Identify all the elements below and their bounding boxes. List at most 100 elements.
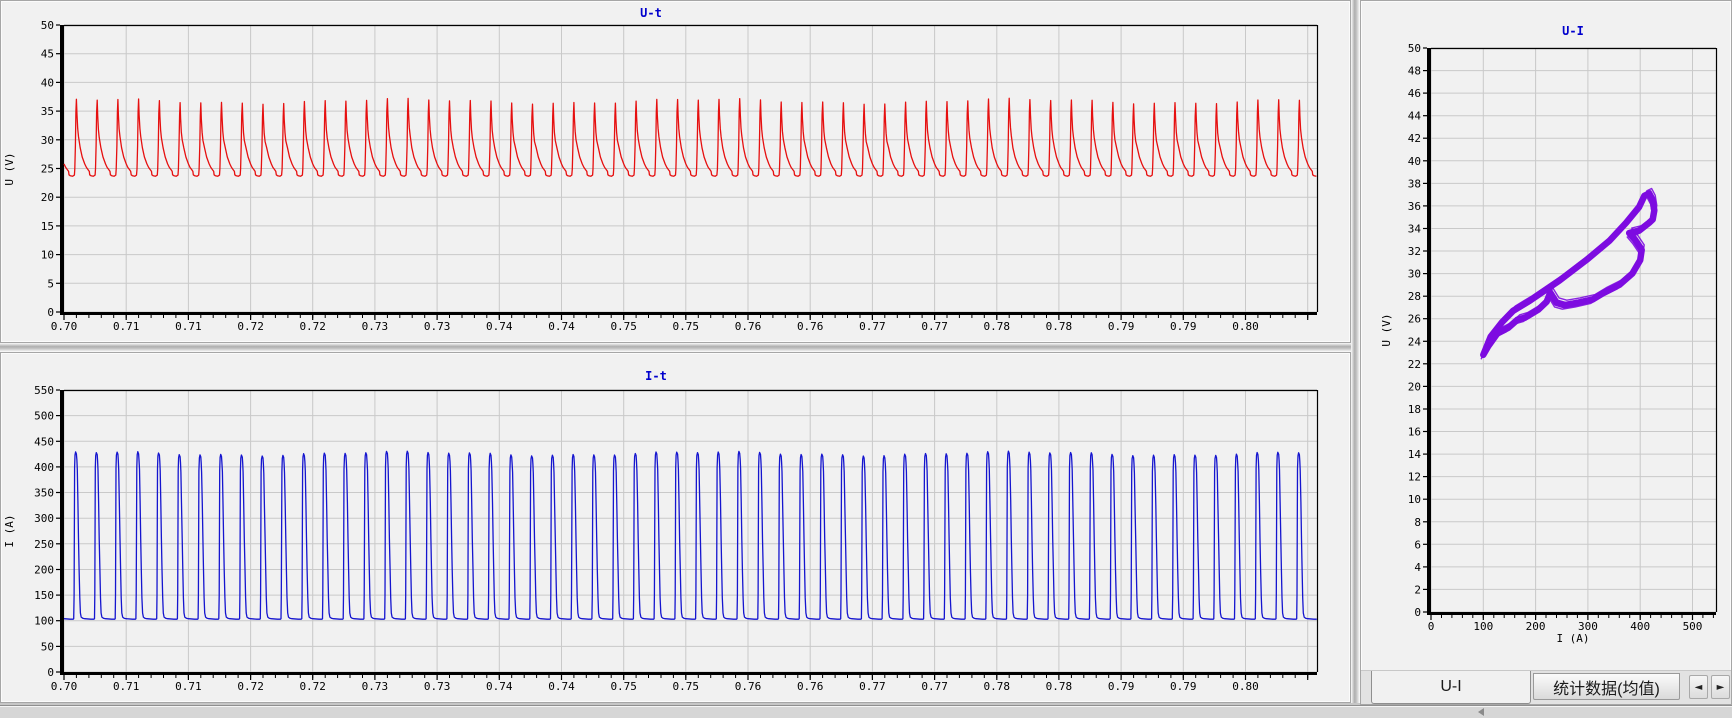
vertical-splitter[interactable]	[1351, 0, 1360, 703]
y-tick-label: 50	[1408, 42, 1421, 55]
y-tick-label: 100	[34, 615, 54, 628]
tab-scroll-left-button[interactable]: ◄	[1689, 675, 1708, 699]
y-tick-label: 10	[1408, 493, 1421, 506]
chart-title: I-t	[645, 369, 667, 383]
y-axis-label: U (V)	[3, 152, 16, 185]
x-tick-label: 0.78	[1046, 320, 1073, 333]
y-tick-label: 0	[47, 666, 54, 679]
x-tick-label: 0.73	[424, 680, 451, 693]
x-tick-label: 0.76	[735, 680, 762, 693]
x-tick-label: 0.80	[1232, 320, 1259, 333]
bottom-status-strip	[0, 705, 1732, 718]
y-tick-label: 18	[1408, 403, 1421, 416]
x-tick-label: 0.74	[486, 680, 513, 693]
tab-statistics[interactable]: 统计数据(均值)	[1533, 673, 1680, 700]
splitter-grip[interactable]	[1478, 708, 1484, 716]
x-tick-label: 0.75	[610, 680, 637, 693]
x-tick-label: 0.77	[859, 320, 886, 333]
y-tick-label: 48	[1408, 65, 1421, 78]
tab-bar: U-I 统计数据(均值) ◄ ►	[1361, 670, 1731, 704]
x-tick-label: 0.71	[175, 320, 202, 333]
waveform-trace	[64, 98, 1316, 176]
x-tick-label: 0.79	[1170, 320, 1197, 333]
x-tick-label: 0.74	[548, 320, 575, 333]
x-tick-label: 400	[1630, 620, 1650, 633]
x-tick-label: 0.71	[113, 320, 140, 333]
y-tick-label: 22	[1408, 358, 1421, 371]
x-tick-label: 200	[1526, 620, 1546, 633]
y-tick-label: 25	[41, 163, 54, 176]
x-tick-label: 0.77	[921, 320, 948, 333]
x-tick-label: 100	[1473, 620, 1493, 633]
x-tick-label: 0.74	[548, 680, 575, 693]
y-axis-label: I (A)	[3, 514, 16, 547]
x-tick-label: 0.72	[299, 320, 326, 333]
x-tick-label: 0.80	[1232, 680, 1259, 693]
y-axis-label: U (V)	[1380, 313, 1393, 346]
y-tick-label: 0	[1414, 606, 1421, 619]
x-tick-label: 0.79	[1108, 680, 1135, 693]
y-tick-label: 34	[1408, 223, 1422, 236]
x-tick-label: 0.76	[797, 320, 824, 333]
y-tick-label: 50	[41, 19, 54, 32]
y-tick-label: 0	[47, 306, 54, 319]
y-tick-label: 6	[1414, 538, 1421, 551]
y-tick-label: 50	[41, 640, 54, 653]
voltage-current-chart: 0100200300400500024681012141618202224262…	[1361, 1, 1731, 668]
y-tick-label: 40	[41, 76, 54, 89]
y-tick-label: 10	[41, 249, 54, 262]
y-tick-label: 35	[41, 105, 54, 118]
y-tick-label: 2	[1414, 583, 1421, 596]
voltage-time-panel: 0.700.710.710.720.720.730.730.740.740.75…	[0, 0, 1351, 343]
y-tick-label: 450	[34, 435, 54, 448]
x-tick-label: 0.70	[51, 320, 78, 333]
current-time-panel: 0.700.710.710.720.720.730.730.740.740.75…	[0, 352, 1351, 703]
x-tick-label: 0.72	[237, 680, 264, 693]
x-tick-label: 0.75	[673, 320, 700, 333]
y-tick-label: 30	[1408, 268, 1421, 281]
y-tick-label: 36	[1408, 200, 1421, 213]
y-tick-label: 8	[1414, 516, 1421, 529]
chart-title: U-I	[1562, 24, 1584, 38]
x-tick-label: 0.73	[362, 320, 389, 333]
x-tick-label: 0.73	[362, 680, 389, 693]
horizontal-splitter[interactable]	[0, 343, 1351, 352]
y-tick-label: 42	[1408, 132, 1421, 145]
y-tick-label: 200	[34, 564, 54, 577]
y-tick-label: 26	[1408, 313, 1421, 326]
y-tick-label: 5	[47, 277, 54, 290]
y-tick-label: 20	[41, 191, 54, 204]
y-tick-label: 16	[1408, 426, 1421, 439]
y-tick-label: 44	[1408, 110, 1422, 123]
x-tick-label: 0.72	[299, 680, 326, 693]
x-tick-label: 0	[1428, 620, 1435, 633]
x-tick-label: 0.78	[984, 680, 1011, 693]
waveform-trace	[64, 451, 1317, 619]
y-tick-label: 300	[34, 512, 54, 525]
y-tick-label: 40	[1408, 155, 1421, 168]
y-tick-label: 4	[1414, 561, 1421, 574]
chart-title: U-t	[640, 6, 662, 20]
y-tick-label: 30	[41, 134, 54, 147]
tab-scroll-right-button[interactable]: ►	[1711, 675, 1730, 699]
x-tick-label: 0.77	[921, 680, 948, 693]
x-tick-label: 0.72	[237, 320, 264, 333]
y-tick-label: 150	[34, 589, 54, 602]
x-tick-label: 0.70	[51, 680, 78, 693]
y-tick-label: 15	[41, 220, 54, 233]
y-tick-label: 38	[1408, 177, 1421, 190]
x-tick-label: 0.77	[859, 680, 886, 693]
y-tick-label: 32	[1408, 245, 1421, 258]
y-tick-label: 12	[1408, 471, 1421, 484]
y-tick-label: 45	[41, 48, 54, 61]
x-tick-label: 0.74	[486, 320, 513, 333]
x-tick-label: 0.76	[797, 680, 824, 693]
x-tick-label: 0.79	[1170, 680, 1197, 693]
y-tick-label: 350	[34, 487, 54, 500]
left-arrow-icon: ◄	[1695, 682, 1703, 693]
x-tick-label: 0.78	[1046, 680, 1073, 693]
voltage-current-panel: 0100200300400500024681012141618202224262…	[1360, 0, 1732, 705]
y-tick-label: 500	[34, 410, 54, 423]
y-tick-label: 250	[34, 538, 54, 551]
tab-u-i[interactable]: U-I	[1371, 671, 1531, 704]
